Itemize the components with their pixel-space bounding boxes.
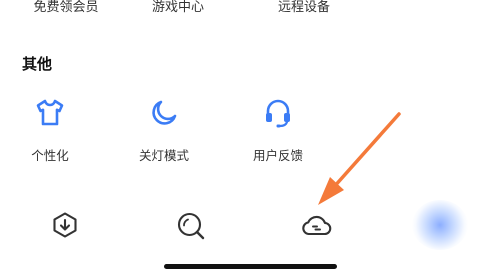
personalization-label: 个性化 [31,148,69,163]
free-vip-link[interactable]: 免费领会员 [33,0,98,15]
top-shortcut-row: 免费领会员 游戏中心 远程设备 [0,0,499,16]
home-indicator[interactable] [164,264,337,269]
personalization-item[interactable]: 个性化 [5,96,95,166]
search-icon [177,212,205,240]
game-center-link[interactable]: 游戏中心 [152,0,204,15]
dark-mode-label: 关灯模式 [138,148,189,163]
cloud-icon [302,215,332,236]
feedback-item[interactable]: 用户反馈 [233,96,323,166]
download-icon [53,212,77,238]
section-title-other: 其他 [22,55,53,73]
feedback-label: 用户反馈 [252,148,303,163]
dark-mode-item[interactable]: 关灯模式 [119,96,209,166]
tab-download[interactable] [45,205,85,245]
tab-cloud[interactable] [294,205,334,245]
remote-device-link[interactable]: 远程设备 [278,0,330,15]
shirt-icon [36,99,64,126]
moon-icon [152,100,177,125]
tab-search[interactable] [170,205,210,245]
headset-icon [266,99,290,128]
app-screen: 免费领会员 游戏中心 远程设备 其他 个性化 关灯模式 用户反馈 [0,0,499,275]
floating-action-glow[interactable] [412,200,468,250]
